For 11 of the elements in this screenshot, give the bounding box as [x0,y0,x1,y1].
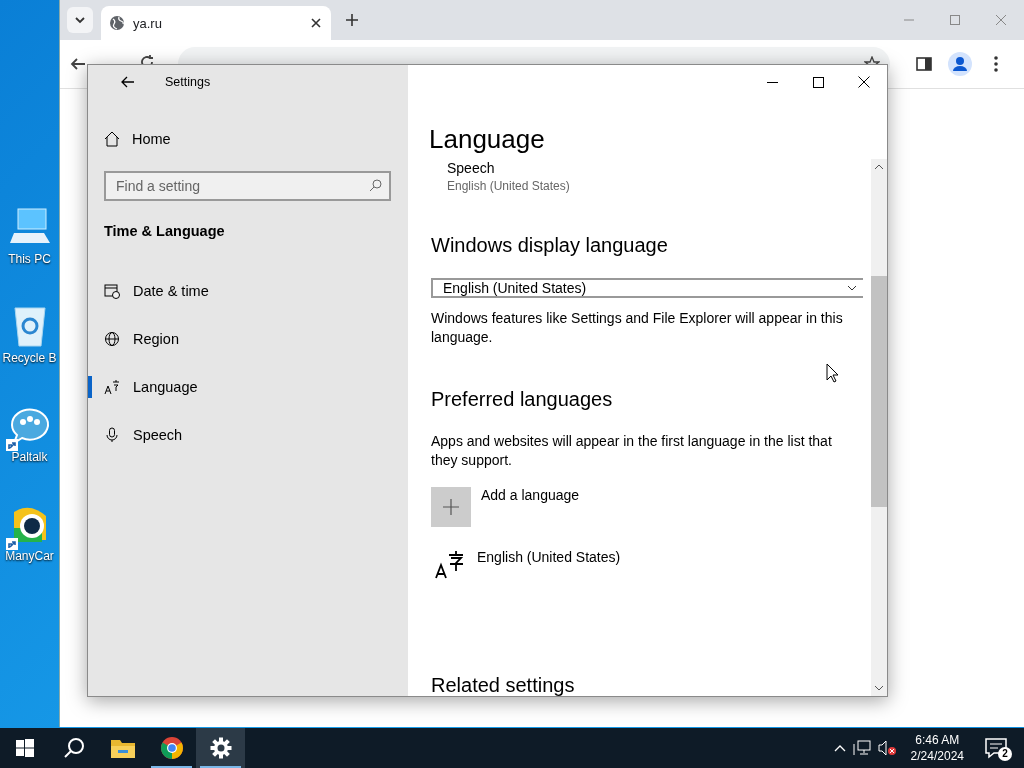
section-heading: Windows display language [431,233,668,258]
section-heading: Related settings [431,673,575,696]
section-title: Time & Language [104,223,226,241]
speech-label: Speech [447,159,495,177]
window-title: Settings [165,75,211,89]
section-heading: Preferred languages [431,387,613,412]
description-text: Apps and websites will appear in the first language in the list that they support. [431,432,833,470]
description-text: Windows features like Settings and File Explorer will appear in this language. [431,309,844,347]
notification-count: 2 [998,747,1012,761]
speech-value: English (United States) [447,179,570,193]
page-title: Language [429,123,546,156]
